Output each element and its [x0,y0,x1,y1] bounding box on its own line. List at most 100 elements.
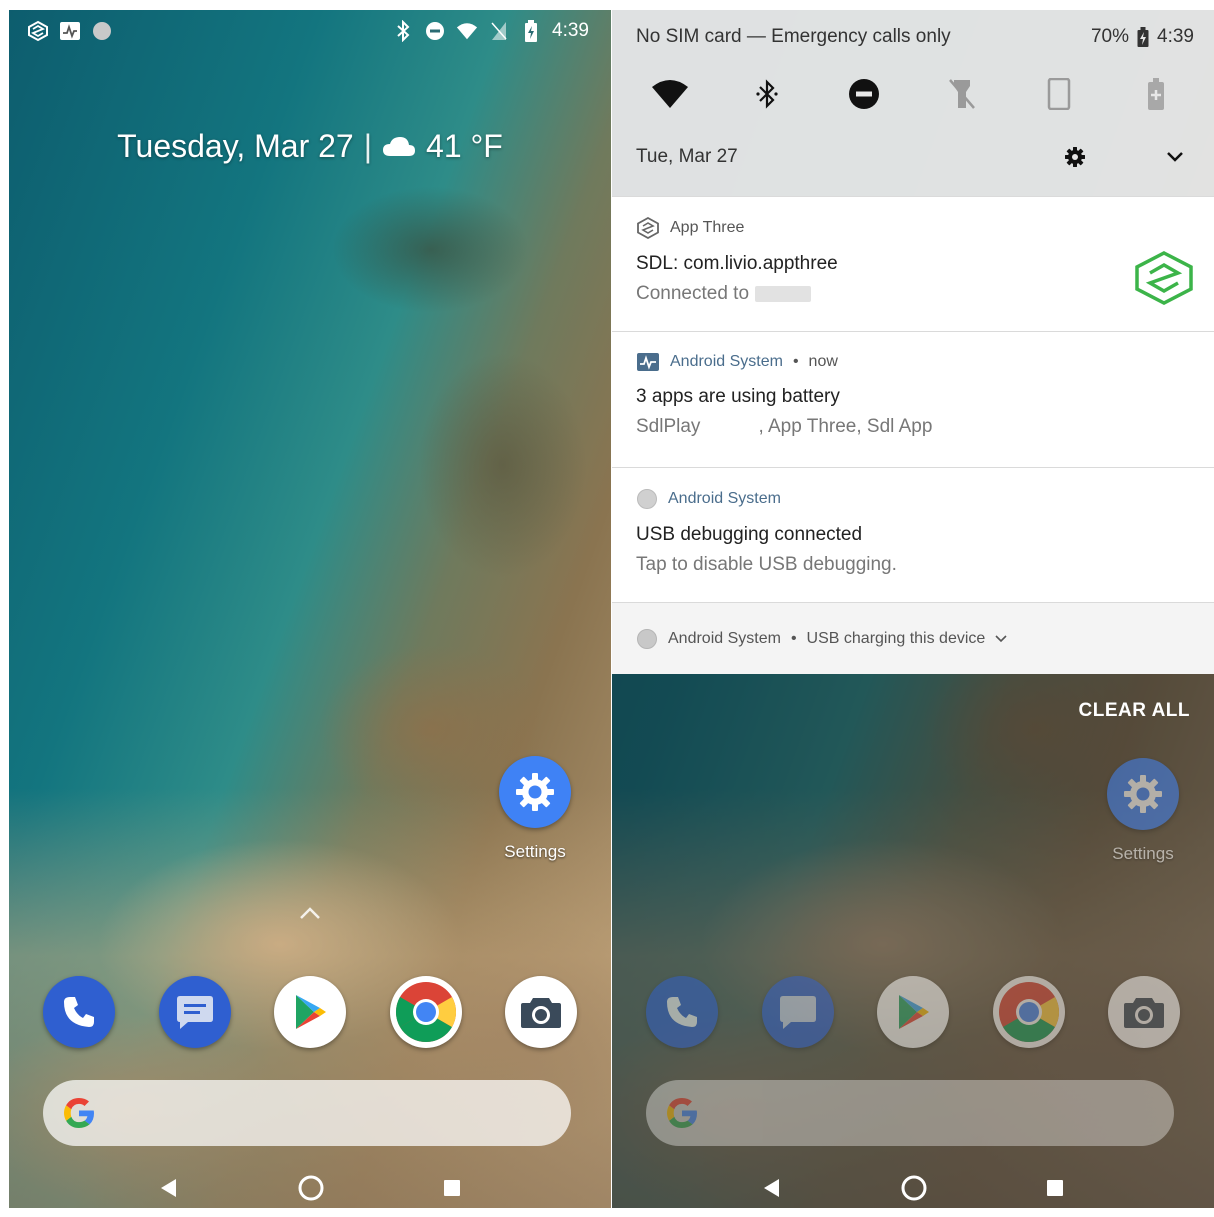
wifi-tile[interactable] [642,74,698,114]
sdl-large-icon [1135,251,1193,305]
auto-rotate-tile[interactable] [1031,74,1087,114]
battery-saver-tile[interactable] [1128,74,1184,114]
status-bar[interactable]: 4:39 [9,10,611,54]
chrome-icon[interactable] [389,976,462,1048]
dock [43,976,577,1052]
notification-title: 3 apps are using battery [636,386,840,407]
notification-usb-debugging[interactable]: Android System USB debugging connected T… [612,467,1214,603]
notification-text: Tap to disable USB debugging. [636,554,897,575]
notification-text: USB charging this device [806,629,986,647]
notification-app-name: Android System [670,353,783,370]
sdl-app-icon [637,217,659,239]
notification-title: SDL: com.livio.appthree [636,253,838,274]
circle-dot-icon [637,628,657,649]
qs-date[interactable]: Tue, Mar 27 [636,146,738,168]
google-g-icon [667,1098,697,1128]
activity-icon [637,353,659,371]
settings-label: Settings [504,842,566,861]
qs-status-header: No SIM card — Emergency calls only 70% 4… [636,26,1194,48]
bluetooth-tile[interactable] [739,74,795,114]
notification-title: USB debugging connected [636,524,863,545]
notification-app-name: App Three [670,219,745,236]
wifi-icon [652,80,688,108]
at-a-glance[interactable]: Tuesday, Mar 27 | 41 °F [9,128,611,165]
google-search-bar[interactable] [43,1080,571,1146]
recents-icon[interactable] [442,1178,462,1198]
dock-dimmed [646,976,1180,1052]
status-time: 4:39 [1157,26,1194,47]
chevron-down-icon[interactable] [995,634,1007,643]
back-icon[interactable] [158,1177,180,1199]
bullet-separator: • [790,629,797,647]
flashlight-off-icon [948,79,975,109]
notification-battery-usage[interactable]: Android System • now 3 apps are using ba… [612,331,1214,467]
battery-charging-icon [520,20,542,42]
notification-app-name: Android System [668,629,781,647]
settings-app[interactable]: Settings [490,756,580,862]
phone-icon [646,976,718,1048]
battery-charging-icon [1137,27,1149,47]
battery-percent: 70% [1090,26,1130,47]
notification-header: Android System • now [636,352,1190,372]
notification-text-value: Connected to [636,283,750,304]
settings-gear-icon[interactable] [1064,146,1086,168]
google-g-icon [64,1098,94,1128]
circle-dot-icon [91,20,113,42]
home-icon[interactable] [297,1174,325,1202]
no-sim-icon [488,20,510,42]
battery-saver-icon [1147,78,1164,110]
recents-icon[interactable] [1045,1178,1065,1198]
glance-weather[interactable]: 41 °F [426,128,503,165]
notification-time: now [808,353,838,370]
quick-settings-tiles [642,74,1184,114]
glance-date[interactable]: Tuesday, Mar 27 [117,128,354,165]
sdl-app-icon [27,20,49,42]
wifi-icon [456,20,478,42]
notification-app-three[interactable]: App Three SDL: com.livio.appthree Connec… [612,196,1214,331]
flashlight-tile[interactable] [934,74,990,114]
glance-separator: | [363,128,373,164]
redacted-device-name [755,285,812,302]
clear-all-button[interactable]: CLEAR ALL [1079,700,1190,722]
bluetooth-icon [392,20,414,42]
dnd-icon [849,79,880,109]
dnd-icon [424,20,446,42]
app-drawer-chevron-icon[interactable] [298,905,322,921]
notification-shade-screen: Settings CLEAR ALL No SIM card — Emergen… [612,10,1214,1208]
notification-usb-charging-collapsed[interactable]: Android System • USB charging this devic… [612,602,1214,674]
back-icon[interactable] [761,1177,783,1199]
messages-icon[interactable] [158,976,231,1048]
notification-app-name: Android System [668,490,781,507]
play-store-icon [877,976,949,1048]
settings-label: Settings [1112,844,1174,863]
activity-icon [59,20,81,42]
camera-icon[interactable] [505,976,577,1048]
quick-settings-panel[interactable]: No SIM card — Emergency calls only 70% 4… [612,10,1214,196]
cloud-icon [382,128,416,165]
bluetooth-icon [756,79,778,109]
status-time: 4:39 [552,20,589,41]
bullet-separator: • [792,353,799,370]
play-store-icon[interactable] [274,976,346,1048]
notification-header: App Three [636,217,1190,239]
circle-dot-icon [637,489,657,509]
phone-icon[interactable] [43,976,115,1048]
carrier-text: No SIM card — Emergency calls only [636,26,951,47]
navigation-bar [9,1168,611,1208]
expand-chevron-icon[interactable] [1166,151,1184,163]
notification-text: SdlPlay , App Three, Sdl App [636,416,933,437]
qs-footer: Tue, Mar 27 [636,146,1184,168]
settings-gear-icon [1107,758,1179,830]
home-screen: 4:39 Tuesday, Mar 27 | 41 °F Settings [9,10,611,1208]
settings-app-dimmed: Settings [1098,758,1188,864]
notification-text: Connected to [636,283,1190,305]
settings-gear-icon[interactable] [499,756,571,828]
google-search-bar-dimmed [646,1080,1174,1146]
camera-icon [1108,976,1180,1048]
home-icon[interactable] [900,1174,928,1202]
dnd-tile[interactable] [836,74,892,114]
notification-header: Android System [636,488,1190,510]
navigation-bar [612,1168,1214,1208]
rotation-icon [1047,78,1070,110]
messages-icon [761,976,834,1048]
